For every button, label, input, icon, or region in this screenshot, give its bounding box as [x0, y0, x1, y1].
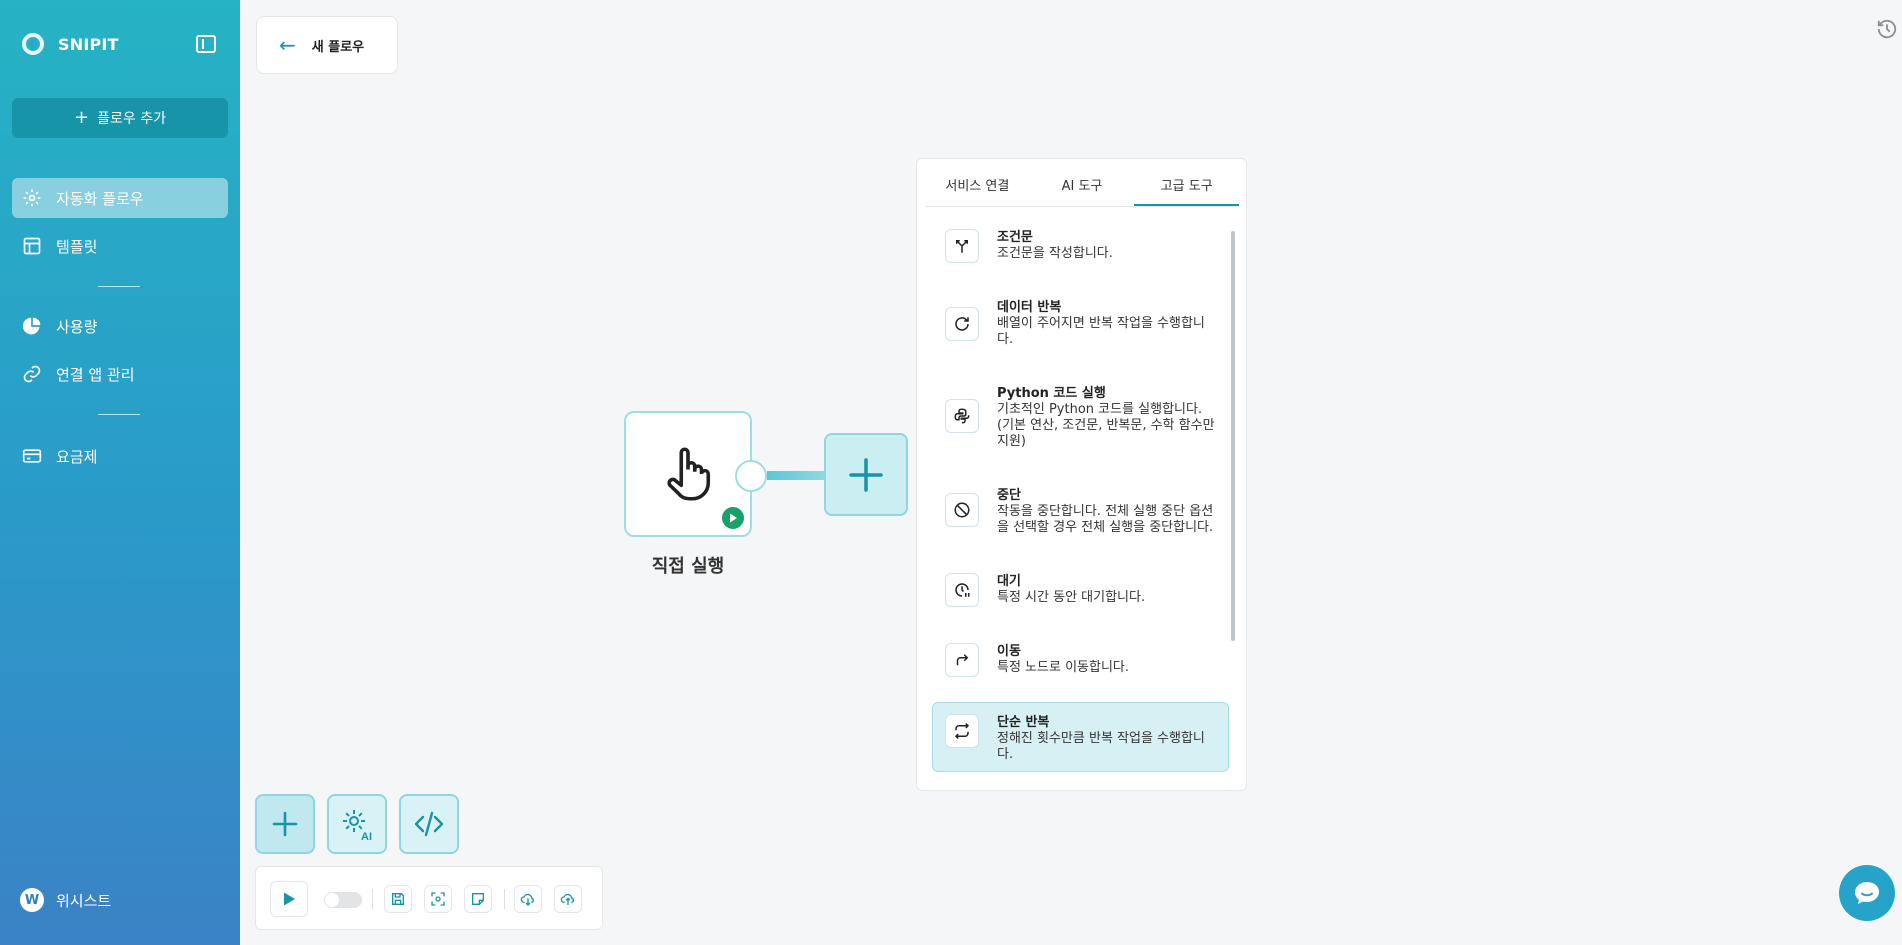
node-connector — [767, 471, 825, 480]
tool-item-title: Python 코드 실행 — [997, 386, 1106, 401]
tab-advanced-tools[interactable]: 고급 도구 — [1134, 171, 1240, 206]
activation-toggle[interactable] — [324, 892, 362, 908]
download-button[interactable] — [514, 885, 542, 913]
tool-item-wait[interactable]: 대기 특정 시간 동안 대기합니다. — [933, 573, 1230, 607]
add-node-button[interactable] — [824, 433, 908, 516]
upload-button[interactable] — [554, 885, 582, 913]
tool-item-desc: 기초적인 Python 코드를 실행합니다. (기본 연산, 조건문, 반복문,… — [997, 402, 1215, 449]
play-badge-icon — [720, 505, 746, 531]
trigger-node-label: 직접 실행 — [651, 556, 725, 577]
wishist-logo-icon: W — [20, 888, 44, 912]
sidebar-item-label: 요금제 — [56, 447, 98, 466]
sidebar-item-label: 사용량 — [56, 317, 98, 336]
tool-item-desc: 정해진 횟수만큼 반복 작업을 수행합니다. — [997, 731, 1205, 762]
branch-icon — [945, 229, 979, 263]
add-node-tool-button[interactable] — [255, 794, 315, 854]
sticky-note-icon — [472, 893, 484, 905]
tool-item-title: 중단 — [997, 488, 1021, 503]
flow-header: ← 새 플로우 — [256, 16, 398, 74]
sidebar-item-pricing[interactable]: 요금제 — [12, 436, 228, 476]
add-flow-button[interactable]: + 플로우 추가 — [12, 98, 228, 138]
sidebar-divider — [98, 414, 140, 415]
tool-item-title: 이동 — [997, 644, 1021, 659]
save-button[interactable] — [384, 885, 412, 913]
sidebar-toggle-icon[interactable] — [196, 35, 216, 53]
cloud-download-icon — [520, 893, 534, 906]
memo-button[interactable] — [464, 885, 492, 913]
sidebar-divider — [98, 286, 140, 287]
cloud-upload-icon — [560, 893, 574, 905]
ai-settings-button[interactable]: AI — [327, 794, 387, 854]
gear-icon — [23, 189, 41, 207]
tool-item-data-loop[interactable]: 데이터 반복 배열이 주어지면 반복 작업을 수행합니다. — [933, 299, 1230, 348]
tool-item-condition[interactable]: 조건문 조건문을 작성합니다. — [933, 229, 1230, 263]
tool-item-desc: 특정 시간 동안 대기합니다. — [997, 590, 1146, 605]
brand-name: SNIPIT — [58, 34, 119, 54]
sidebar-item-templates[interactable]: 템플릿 — [12, 226, 228, 266]
chat-bubble-icon — [1855, 882, 1879, 904]
history-icon[interactable] — [1876, 18, 1898, 40]
tool-panel: 서비스 연결 AI 도구 고급 도구 조건문 조건문을 작성합니다. 데이터 반복… — [916, 158, 1247, 791]
plus-icon — [272, 811, 298, 837]
pie-chart-icon — [22, 317, 41, 335]
toolbar-separator — [372, 889, 373, 909]
brand[interactable]: SNIPIT — [22, 33, 119, 55]
pointer-hand-icon — [667, 447, 711, 501]
workspace-footer[interactable]: W 위시스트 — [20, 888, 111, 912]
tool-item-stop[interactable]: 중단 작동을 중단합니다. 전체 실행 중단 옵션을 선택할 경우 전체 실행을 … — [933, 487, 1230, 536]
gear-ai-icon: AI — [343, 810, 372, 842]
tool-item-simple-repeat[interactable]: 단순 반복 정해진 횟수만큼 반복 작업을 수행합니다. — [932, 702, 1229, 772]
code-view-button[interactable] — [399, 794, 459, 854]
chat-support-button[interactable] — [1839, 865, 1895, 921]
code-icon — [414, 811, 444, 837]
play-icon — [284, 892, 295, 906]
tab-service-connect[interactable]: 서비스 연결 — [925, 171, 1030, 206]
sidebar-item-label: 템플릿 — [56, 237, 98, 256]
workspace-name: 위시스트 — [56, 891, 112, 910]
template-icon — [23, 237, 41, 255]
link-icon — [23, 365, 41, 383]
tool-item-desc: 배열이 주어지면 반복 작업을 수행합니다. — [997, 316, 1205, 347]
tool-item-python[interactable]: Python 코드 실행 기초적인 Python 코드를 실행합니다. (기본 연… — [933, 385, 1230, 450]
clock-pause-icon — [945, 573, 979, 607]
plus-icon — [849, 457, 883, 492]
python-icon — [945, 399, 979, 433]
toolbar-separator — [504, 889, 505, 909]
tool-item-title: 조건문 — [997, 230, 1033, 245]
snipit-logo-icon — [22, 33, 44, 55]
refresh-icon — [945, 307, 979, 341]
add-flow-label: 플로우 추가 — [97, 111, 166, 127]
tool-item-title: 데이터 반복 — [997, 300, 1062, 315]
plus-icon: + — [74, 107, 90, 128]
screenshot-button[interactable] — [424, 885, 452, 913]
sidebar-item-label: 연결 앱 관리 — [56, 365, 135, 384]
focus-capture-icon — [431, 892, 445, 906]
manual-trigger-node[interactable] — [624, 411, 752, 537]
tab-ai-tools[interactable]: AI 도구 — [1030, 171, 1135, 206]
repeat-icon — [945, 714, 979, 748]
redirect-icon — [945, 643, 979, 677]
tool-item-title: 대기 — [997, 574, 1021, 589]
bottom-toolbar — [255, 866, 603, 930]
tool-item-desc: 조건문을 작성합니다. — [997, 246, 1113, 261]
sidebar-item-label: 자동화 플로우 — [56, 189, 144, 208]
tool-item-goto[interactable]: 이동 특정 노드로 이동합니다. — [933, 643, 1230, 677]
flow-title: 새 플로우 — [311, 39, 365, 55]
sidebar: SNIPIT + 플로우 추가 자동화 플로우 템플릿 사용량 연결 앱 관리 … — [0, 0, 240, 945]
sidebar-item-connected-apps[interactable]: 연결 앱 관리 — [12, 354, 228, 394]
tool-item-desc: 작동을 중단합니다. 전체 실행 중단 옵션을 선택할 경우 전체 실행을 중단… — [997, 504, 1214, 535]
tool-item-desc: 특정 노드로 이동합니다. — [997, 660, 1129, 675]
run-button[interactable] — [270, 881, 308, 917]
save-icon — [392, 893, 404, 905]
tool-tabs: 서비스 연결 AI 도구 고급 도구 — [925, 171, 1240, 207]
stop-icon — [945, 493, 979, 527]
card-icon — [22, 449, 42, 463]
tool-item-title: 단순 반복 — [997, 715, 1050, 730]
sidebar-item-automation-flow[interactable]: 자동화 플로우 — [12, 178, 228, 218]
svg-text:AI: AI — [361, 831, 372, 842]
sidebar-item-usage[interactable]: 사용량 — [12, 306, 228, 346]
back-arrow-icon[interactable]: ← — [279, 33, 296, 57]
tool-list-scrollbar[interactable] — [1231, 231, 1235, 641]
node-output-port[interactable] — [735, 460, 767, 492]
